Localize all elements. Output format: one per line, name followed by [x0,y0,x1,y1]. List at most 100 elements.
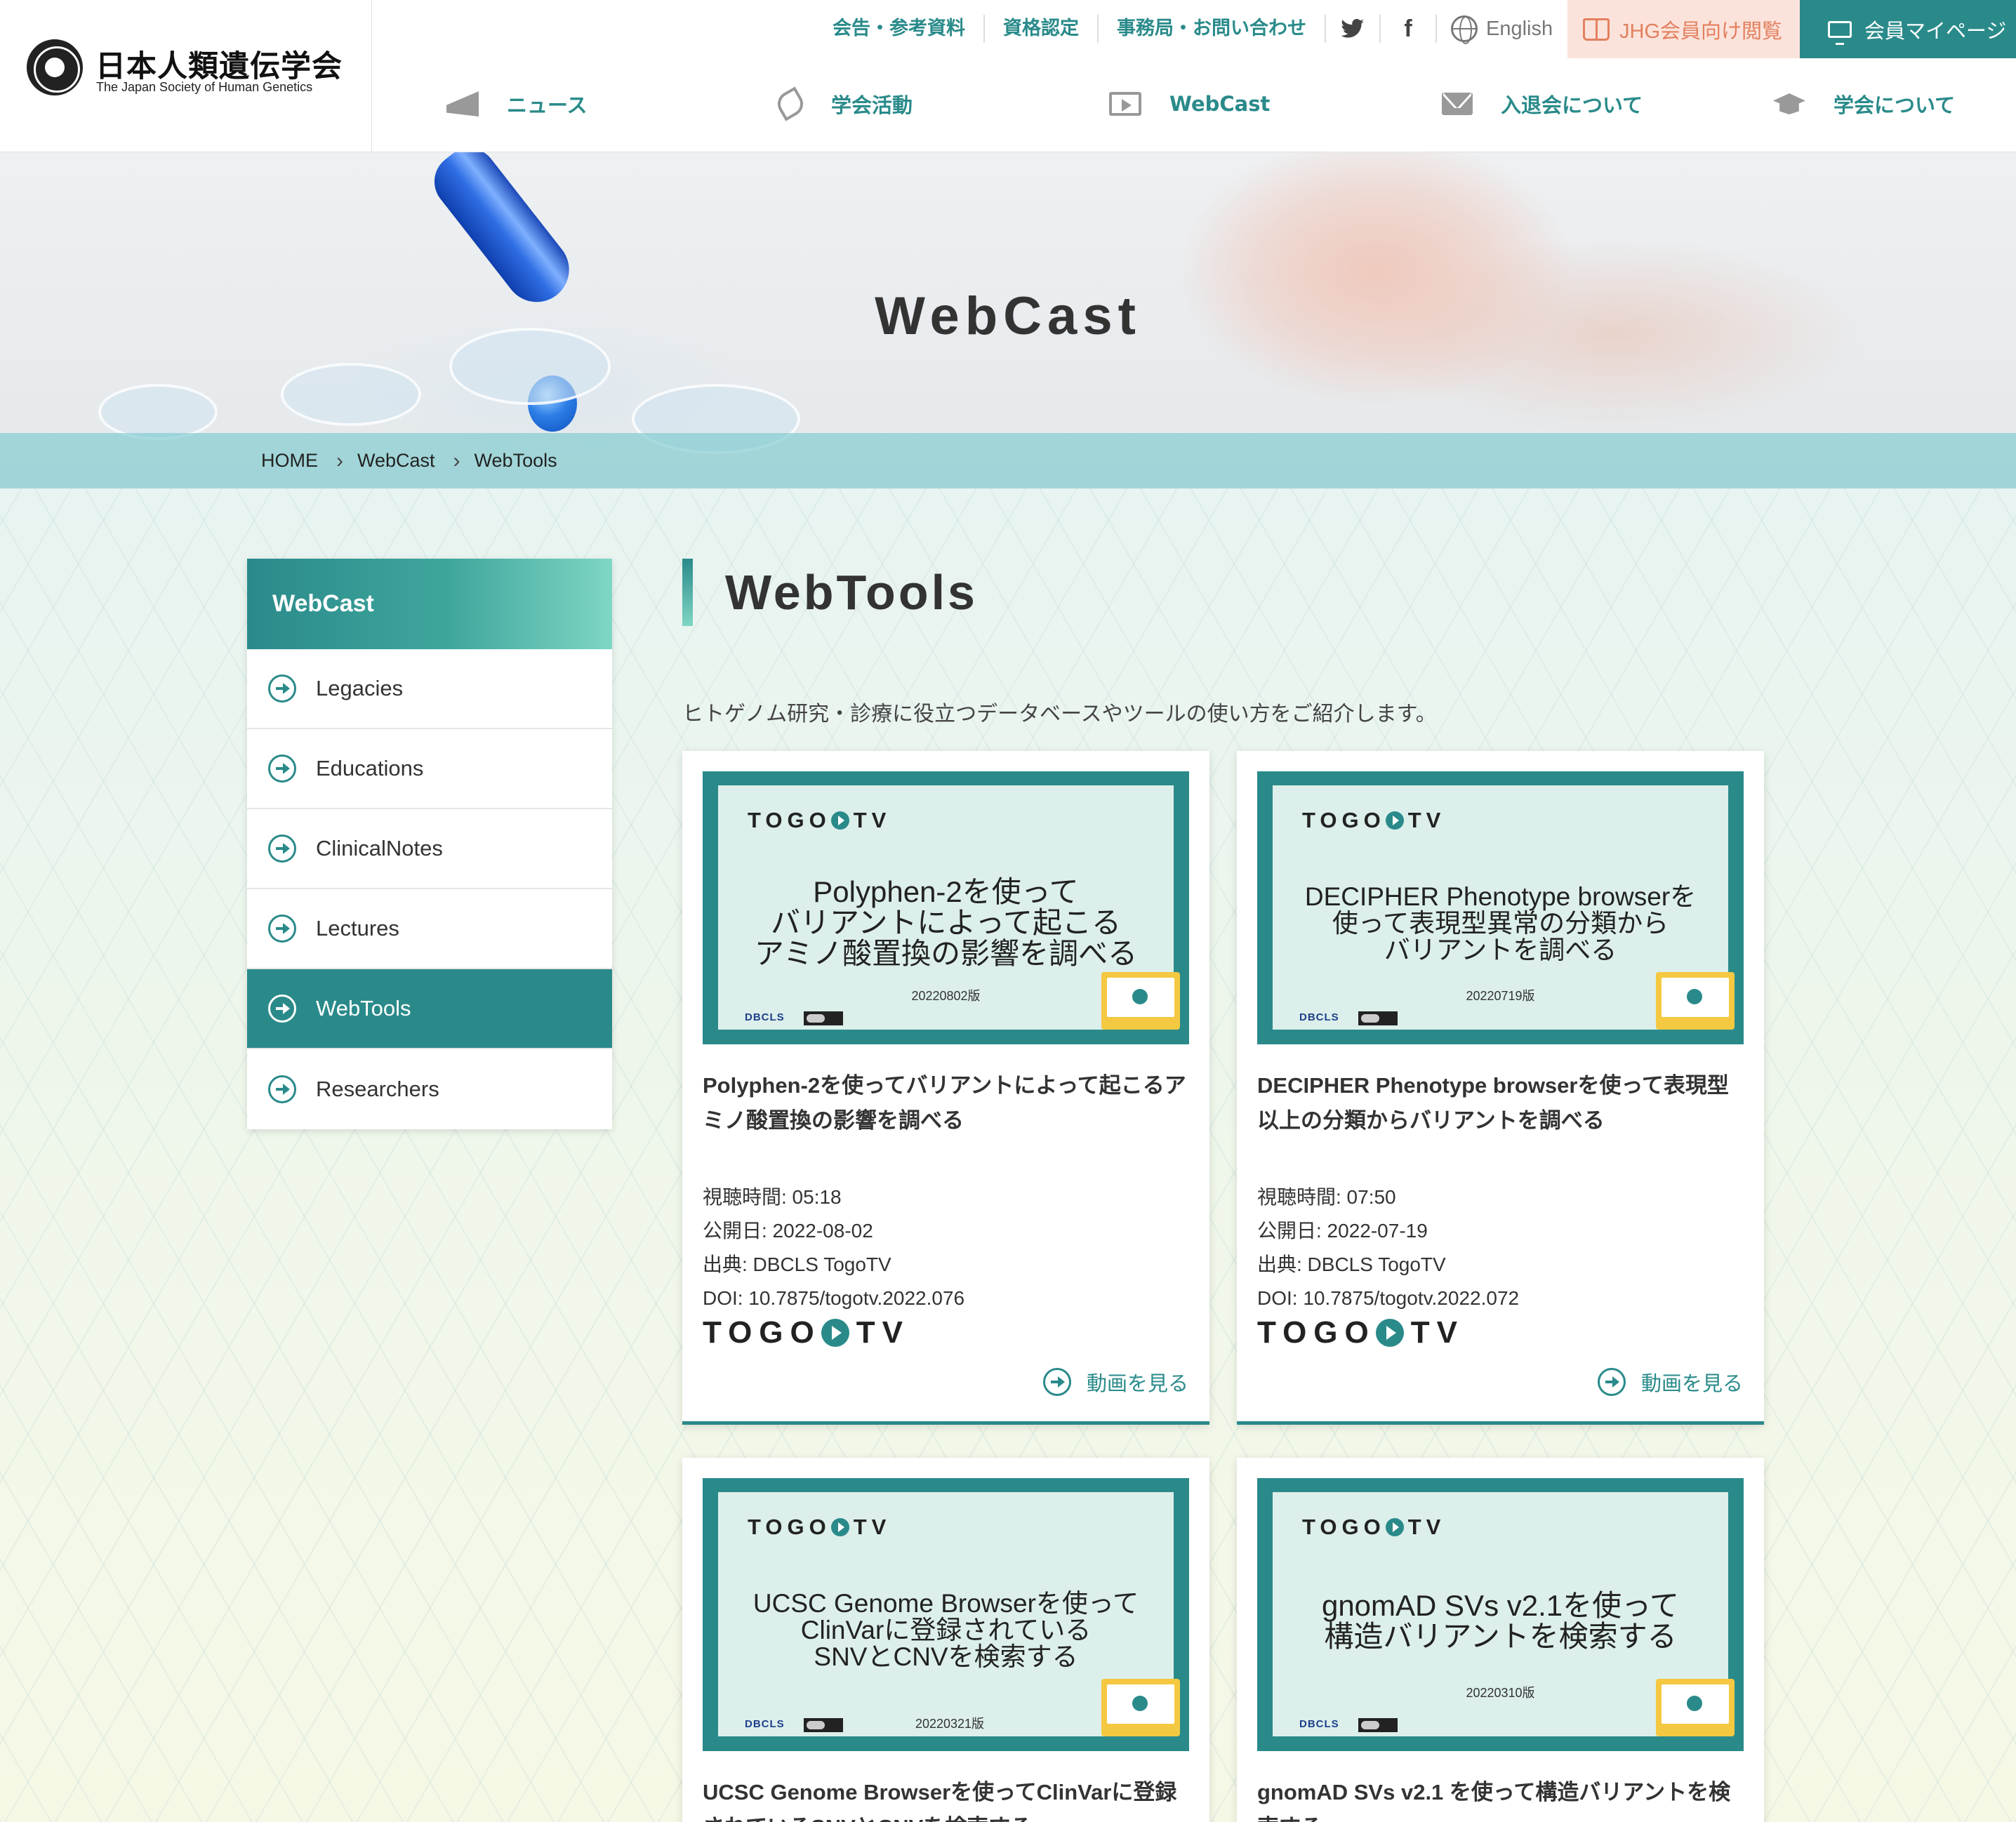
nav-item-webcast[interactable]: WebCast [1109,79,1270,129]
card-title[interactable]: DECIPHER Phenotype browserを使って表現型以上の分類から… [1257,1068,1744,1138]
twitter-icon[interactable] [1325,15,1381,43]
utility-nav: 会告・参考資料 資格認定 事務局・お問い合わせ f English [814,0,1571,58]
creative-commons-badge-icon [804,1011,843,1025]
megaphone-icon [446,91,479,117]
creative-commons-badge-icon [1358,1011,1398,1025]
play-circle-icon [1385,1518,1404,1536]
heading-accent-bar [682,559,693,626]
video-thumbnail[interactable]: TOGO TV DECIPHER Phenotype browserを 使って表現型… [1257,771,1744,1044]
sidebar-item-researchers[interactable]: Researchers [247,1049,612,1129]
sidebar-item-label: WebTools [316,996,411,1020]
chevron-right-icon: › [336,448,343,472]
util-link-certification[interactable]: 資格認定 [985,15,1099,43]
sidebar-item-label: Lectures [316,916,399,940]
nav-item-activities[interactable]: 学会活動 [773,79,913,129]
monitor-play-icon [1101,1679,1180,1736]
arrow-circle-icon [268,1075,296,1103]
hero-vial-image [281,363,421,426]
arrow-circle-icon [268,754,296,783]
publish-date: 公開日: 2022-07-19 [1257,1220,1428,1242]
hero-vial-image [98,384,218,440]
sidebar-item-educations[interactable]: Educations [247,729,612,809]
play-circle-icon [830,811,849,830]
sidebar-item-webtools[interactable]: WebTools [247,969,612,1049]
dbcls-logo: DBCLS [745,1011,785,1023]
sidebar-item-label: Educations [316,756,424,780]
monitor-play-icon [1656,972,1735,1030]
sidebar-item-clinicalnotes[interactable]: ClinicalNotes [247,809,612,889]
video-duration: 視聴時間: 05:18 [703,1186,842,1208]
facebook-icon[interactable]: f [1381,15,1437,43]
breadcrumb: HOME › WebCast › WebTools [261,433,557,488]
arrow-circle-icon [268,915,296,943]
video-duration: 視聴時間: 07:50 [1257,1186,1396,1208]
watch-video-link[interactable]: 動画を見る [1042,1367,1188,1397]
member-view-button[interactable]: JHG会員向け閲覧 [1567,0,1800,58]
sidebar: WebCast Legacies Educations ClinicalNote… [247,559,612,1129]
member-view-label: JHG会員向け閲覧 [1619,20,1783,43]
monitor-icon [1828,20,1852,45]
video-card: TOGO TV Polyphen-2を使って バリアントによって起こる アミノ酸置換の… [682,751,1209,1425]
language-switch[interactable]: English [1437,15,1571,44]
togotv-logo: TOGO TV [703,1315,910,1350]
page-heading: WebTools [682,559,978,626]
video-doi: DOI: 10.7875/togotv.2022.076 [703,1287,965,1309]
nav-item-about[interactable]: 学会について [1773,79,1955,129]
togotv-logo: TOGO TV [748,808,891,832]
card-meta: 視聴時間: 07:50 公開日: 2022-07-19 出典: DBCLS To… [1257,1181,1519,1315]
video-card: TOGO TV DECIPHER Phenotype browserを 使って表現型… [1237,751,1764,1425]
hero-title: WebCast [875,286,1141,346]
thumbnail-version: 20220321版 [915,1717,985,1731]
video-card: TOGO TV gnomAD SVs v2.1を使って 構造バリアントを検索する 2… [1237,1458,1764,1822]
arrow-circle-icon [1042,1368,1071,1396]
util-link-notices[interactable]: 会告・参考資料 [814,15,985,43]
arrow-circle-icon [1597,1368,1626,1396]
dbcls-logo: DBCLS [1299,1011,1339,1023]
thumbnail-title: Polyphen-2を使って バリアントによって起こる アミノ酸置換の影響を調べる [754,875,1138,970]
play-circle-icon [1385,811,1404,830]
sidebar-item-lectures[interactable]: Lectures [247,889,612,969]
watch-video-link[interactable]: 動画を見る [1597,1367,1743,1397]
thumbnail-title: DECIPHER Phenotype browserを 使って表現型異常の分類から… [1304,882,1697,964]
util-link-contact[interactable]: 事務局・お問い合わせ [1099,15,1325,43]
breadcrumb-webcast[interactable]: WebCast [357,450,435,472]
screen-play-icon [1109,92,1141,116]
sidebar-item-label: Researchers [316,1077,439,1101]
sidebar-item-legacies[interactable]: Legacies [247,649,612,729]
video-thumbnail[interactable]: TOGO TV UCSC Genome Browserを使って ClinVarに登録… [703,1478,1189,1751]
card-title[interactable]: gnomAD SVs v2.1 を使って構造バリアントを検索する [1257,1775,1744,1822]
arrow-circle-icon [268,674,296,703]
video-thumbnail[interactable]: TOGO TV Polyphen-2を使って バリアントによって起こる アミノ酸置換の… [703,771,1189,1044]
hero-banner: WebCast HOME › WebCast › WebTools [0,152,2016,488]
page-title: WebTools [725,565,978,620]
togotv-logo: TOGO TV [1302,1515,1446,1539]
watch-video-label: 動画を見る [1086,1373,1188,1395]
main-content: WebCast Legacies Educations ClinicalNote… [0,488,2016,1822]
video-thumbnail[interactable]: TOGO TV gnomAD SVs v2.1を使って 構造バリアントを検索する 2… [1257,1478,1744,1751]
page-intro: ヒトゲノム研究・診療に役立つデータベースやツールの使い方をご紹介します。 [682,703,1437,726]
togotv-logo: TOGO TV [748,1515,891,1539]
mypage-button[interactable]: 会員マイページ [1800,0,2016,58]
breadcrumb-home[interactable]: HOME [261,450,318,472]
creative-commons-badge-icon [1358,1718,1398,1732]
video-doi: DOI: 10.7875/togotv.2022.072 [1257,1287,1520,1309]
dna-icon [773,86,808,121]
publish-date: 公開日: 2022-08-02 [703,1220,873,1242]
site-header: 日本人類遺伝学会 The Japan Society of Human Gene… [0,0,2016,152]
arrow-circle-icon [268,995,296,1023]
card-title[interactable]: Polyphen-2を使ってバリアントによって起こるアミノ酸置換の影響を調べる [703,1068,1189,1138]
nav-item-news[interactable]: ニュース [446,79,588,129]
breadcrumb-current: WebTools [474,450,557,471]
sidebar-title[interactable]: WebCast [247,559,612,649]
video-source: 出典: DBCLS TogoTV [703,1254,891,1275]
open-book-icon [1583,18,1610,41]
sidebar-item-label: Legacies [316,676,404,700]
play-circle-icon [821,1319,849,1347]
thumbnail-title: gnomAD SVs v2.1を使って 構造バリアントを検索する [1321,1589,1680,1653]
nav-item-membership[interactable]: 入退会について [1442,79,1643,129]
card-meta: 視聴時間: 05:18 公開日: 2022-08-02 出典: DBCLS To… [703,1181,964,1315]
globe-icon [1451,15,1478,44]
monitor-play-icon [1101,972,1180,1030]
card-title[interactable]: UCSC Genome Browserを使ってClinVarに登録されているSN… [703,1775,1189,1822]
nav-item-label: 学会活動 [831,93,913,117]
